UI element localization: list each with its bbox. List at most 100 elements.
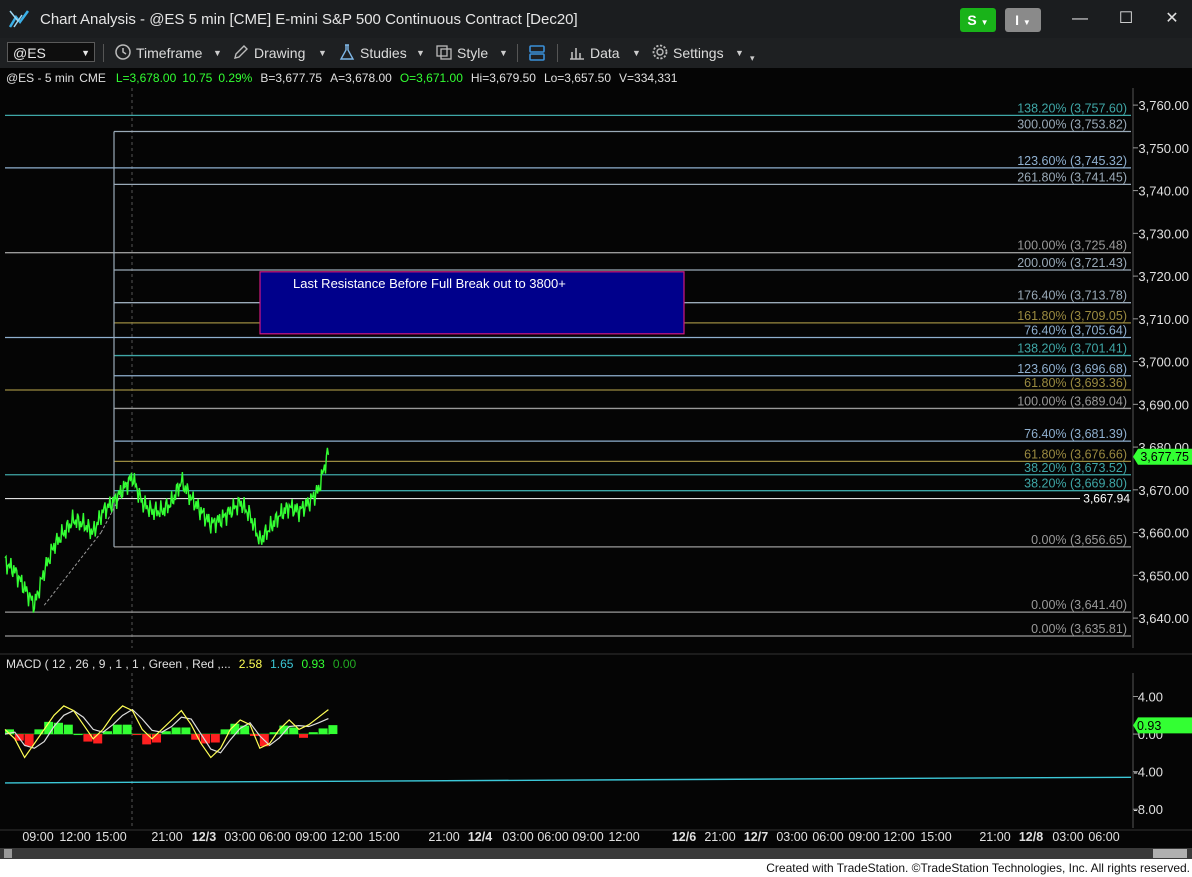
timeframe-dropdown-icon[interactable]: ▼ <box>213 43 222 63</box>
fib-level-label: 76.40% (3,681.39) <box>1024 427 1127 441</box>
macd-header: MACD ( 12 , 26 , 9 , 1 , 1 , Green , Red… <box>6 657 357 671</box>
header-open: O=3,671.00 <box>400 71 463 85</box>
layout-button[interactable] <box>527 43 551 63</box>
svg-text:MACD ( 12 , 26 , 9 , 1 , 1 , G: MACD ( 12 , 26 , 9 , 1 , 1 , Green , Red… <box>6 657 357 671</box>
header-high: Hi=3,679.50 <box>471 71 536 85</box>
settings-label: Settings <box>673 45 724 61</box>
timeframe-menu[interactable]: Timeframe <box>114 43 202 63</box>
annotation-text: Last Resistance Before Full Break out to… <box>293 276 566 291</box>
time-tick-label: 12:00 <box>883 830 914 844</box>
header-change: 10.75 <box>182 71 212 85</box>
scrollbar-thumb[interactable] <box>1153 849 1187 858</box>
data-label: Data <box>590 45 620 61</box>
time-tick-label: 21:00 <box>979 830 1010 844</box>
macd-histogram-bar <box>308 732 318 735</box>
time-tick-label: 12/6 <box>672 830 696 844</box>
macd-tick-label: -4.00 <box>1133 765 1163 780</box>
s-mode-button[interactable]: S ▼ <box>960 8 996 32</box>
style-label: Style <box>457 45 489 61</box>
fib-level-label: 138.20% (3,757.60) <box>1017 101 1127 115</box>
price-tick-label: 3,650.00 <box>1138 568 1189 583</box>
macd-histogram-bar <box>210 734 220 743</box>
price-tick-label: 3,700.00 <box>1138 355 1189 370</box>
macd-histogram-bar <box>181 727 191 735</box>
symbol-select[interactable]: @ES ▼ <box>7 42 95 62</box>
price-tick-label: 3,760.00 <box>1138 98 1189 113</box>
settings-dropdown-icon[interactable]: ▼ <box>735 43 744 63</box>
macd-histogram-bar <box>122 724 132 735</box>
header-volume: V=334,331 <box>619 71 678 85</box>
studies-menu[interactable]: Studies <box>338 43 407 63</box>
gear-icon <box>652 44 668 60</box>
time-tick-label: 12/3 <box>192 830 216 844</box>
fib-level-label: 176.40% (3,713.78) <box>1017 289 1127 303</box>
studies-dropdown-icon[interactable]: ▼ <box>416 43 425 63</box>
header-symbol: @ES - 5 min <box>6 71 74 85</box>
macd-signal-value: 1.65 <box>270 657 294 671</box>
pencil-icon <box>234 45 248 59</box>
tradestation-logo-icon <box>8 10 30 28</box>
time-tick-label: 12:00 <box>59 830 90 844</box>
studies-label: Studies <box>360 45 407 61</box>
settings-menu[interactable]: Settings <box>651 43 724 63</box>
macd-histogram-bar <box>93 734 103 744</box>
price-tick-label: 3,690.00 <box>1138 397 1189 412</box>
flask-icon <box>339 44 355 60</box>
chart-area[interactable]: 138.20% (3,757.60) 300.00% (3,753.82) 123.… <box>0 68 1192 859</box>
fib-level-label: 123.60% (3,745.32) <box>1017 154 1127 168</box>
macd-zero-value: 0.00 <box>333 657 357 671</box>
fib-level-label: 38.20% (3,673.52) <box>1024 461 1127 475</box>
price-tick-label: 3,710.00 <box>1138 312 1189 327</box>
i-mode-button[interactable]: I ▼ <box>1005 8 1041 32</box>
time-tick-label: 03:00 <box>1052 830 1083 844</box>
minimize-button[interactable]: — <box>1065 6 1095 32</box>
chevron-down-icon: ▼ <box>81 48 90 58</box>
macd-histogram-bar <box>171 727 181 735</box>
fib-level-label: 38.20% (3,669.80) <box>1024 477 1127 491</box>
toolbar-overflow-icon[interactable]: ▾ <box>750 48 755 68</box>
macd-histogram-bar <box>289 727 299 735</box>
fib-level-label: 123.60% (3,696.68) <box>1017 362 1127 376</box>
bar-chart-icon <box>570 48 584 60</box>
drawing-dropdown-icon[interactable]: ▼ <box>318 43 327 63</box>
macd-histogram-bar <box>318 728 328 735</box>
price-tick-label: 3,720.00 <box>1138 269 1189 284</box>
style-dropdown-icon[interactable]: ▼ <box>499 43 508 63</box>
time-tick-label: 12:00 <box>608 830 639 844</box>
fib-level-label: 0.00% (3,656.65) <box>1031 533 1127 547</box>
macd-histogram-bar <box>240 725 250 735</box>
macd-current-label: 0.93 <box>1137 719 1161 733</box>
time-tick-label: 06:00 <box>537 830 568 844</box>
data-menu[interactable]: Data <box>568 43 620 63</box>
macd-histogram-bar <box>142 734 152 745</box>
header-ask: A=3,678.00 <box>330 71 392 85</box>
header-low: Lo=3,657.50 <box>544 71 611 85</box>
data-dropdown-icon[interactable]: ▼ <box>632 43 641 63</box>
layout-icon <box>529 45 545 61</box>
fib-level-label: 200.00% (3,721.43) <box>1017 256 1127 270</box>
drawing-menu[interactable]: Drawing <box>232 43 305 63</box>
time-tick-label: 21:00 <box>704 830 735 844</box>
fib-level-label: 0.00% (3,635.81) <box>1031 622 1127 636</box>
macd-value: 2.58 <box>239 657 263 671</box>
close-button[interactable]: ✕ <box>1157 6 1187 32</box>
price-tick-label: 3,740.00 <box>1138 184 1189 199</box>
clock-icon <box>115 44 131 60</box>
price-tick-label: 3,670.00 <box>1138 483 1189 498</box>
price-level-label: 3,667.94 <box>1083 492 1130 506</box>
time-tick-label: 15:00 <box>368 830 399 844</box>
scrollbar-left-thumb[interactable] <box>4 849 12 858</box>
macd-histogram-bar <box>24 734 34 747</box>
style-menu[interactable]: Style <box>435 43 488 63</box>
s-mode-label: S <box>967 12 977 28</box>
header-change-pct: 0.29% <box>218 71 252 85</box>
macd-name: MACD ( 12 , 26 , 9 , 1 , 1 , Green , Red… <box>6 657 231 671</box>
fib-level-label: 61.80% (3,676.66) <box>1024 447 1127 461</box>
header-last: L=3,678.00 <box>116 71 177 85</box>
time-tick-label: 09:00 <box>572 830 603 844</box>
horizontal-scrollbar[interactable] <box>0 848 1192 859</box>
maximize-button[interactable]: ☐ <box>1111 6 1141 32</box>
fib-level-label: 300.00% (3,753.82) <box>1017 118 1127 132</box>
chart-background <box>0 68 1192 859</box>
time-tick-label: 21:00 <box>151 830 182 844</box>
